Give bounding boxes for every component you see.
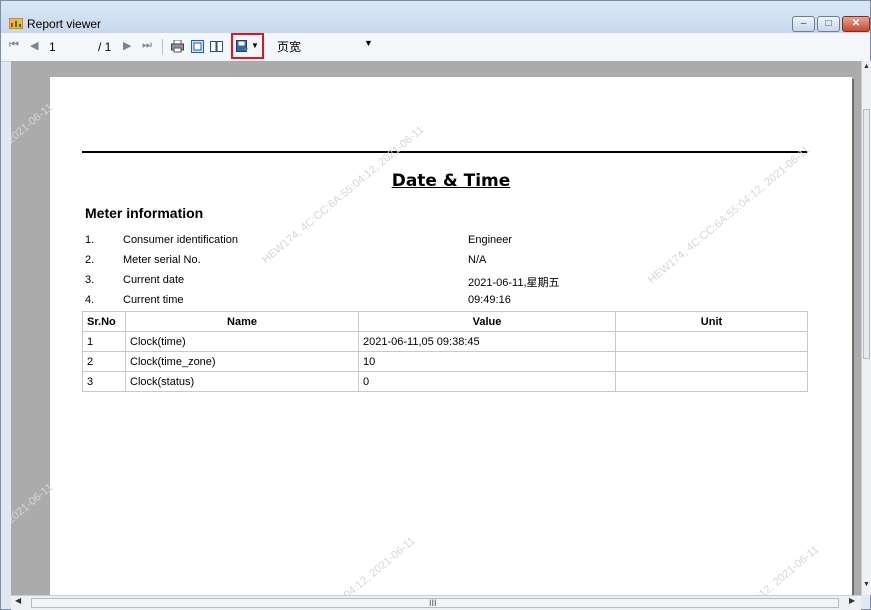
table-row: 3 Clock(status) 0 (82, 371, 808, 392)
zoom-select[interactable]: 页宽 (277, 38, 301, 55)
column-header: Name (125, 311, 359, 332)
table-cell: 2021-06-11,05 09:38:45 (358, 331, 616, 352)
toolbar: ⏮ ◀ 1 / 1 ▶ ⏭ ▼ (1, 33, 870, 62)
column-header: Sr.No (82, 311, 126, 332)
table-row: 1 Clock(time) 2021-06-11,05 09:38:45 (82, 331, 808, 352)
table-cell (615, 351, 808, 372)
table-cell: Clock(time) (125, 331, 359, 352)
zoom-dropdown-arrow[interactable]: ▼ (364, 38, 373, 48)
table-row: 2 Clock(time_zone) 10 (82, 351, 808, 372)
table-cell: 0 (358, 371, 616, 392)
table-cell (615, 331, 808, 352)
maximize-button[interactable]: □ (817, 16, 840, 32)
next-page-icon[interactable]: ▶ (123, 39, 131, 52)
watermark-text: HEW174, 4C:CC:6A:55:04:12, 2021-06-11 (260, 123, 427, 267)
data-table: Sr.No Name Value Unit 1 Clock(time) 2021… (82, 311, 808, 392)
table-cell: Clock(time_zone) (125, 351, 359, 372)
scroll-grip: III (429, 598, 437, 608)
info-value: Engineer (468, 234, 513, 246)
info-label: Current date (123, 274, 185, 286)
watermark-text: 2021-06-11 (11, 481, 56, 527)
info-value: 09:49:16 (468, 294, 511, 306)
minimize-button[interactable]: – (792, 16, 815, 32)
page-setup-icon[interactable] (210, 40, 223, 53)
table-cell: 2 (82, 351, 126, 372)
horizontal-scrollbar[interactable]: ◀ III ▶ (11, 595, 861, 610)
vertical-scroll-thumb[interactable] (863, 109, 870, 359)
export-button-highlight (231, 33, 264, 59)
watermark-text: 2021-06-11 (11, 101, 56, 147)
previous-page-icon[interactable]: ◀ (30, 39, 38, 52)
scroll-right-arrow-icon[interactable]: ▶ (849, 596, 855, 605)
window-title: Report viewer (27, 17, 102, 31)
last-page-icon[interactable]: ⏭ (142, 39, 152, 52)
toolbar-separator (162, 39, 163, 55)
info-number: 3. (85, 274, 95, 286)
table-cell: 3 (82, 371, 126, 392)
info-value: 2021-06-11,星期五 (468, 277, 560, 289)
close-button[interactable]: ✕ (842, 16, 870, 32)
table-header-row: Sr.No Name Value Unit (82, 311, 808, 332)
print-layout-icon[interactable] (191, 40, 204, 53)
column-header: Value (358, 311, 616, 332)
vertical-scrollbar[interactable]: ▲ ▼ (861, 61, 871, 595)
scroll-left-arrow-icon[interactable]: ◀ (15, 596, 21, 605)
table-cell: 10 (358, 351, 616, 372)
info-number: 1. (85, 234, 95, 246)
title-bar: Report viewer – □ ✕ (1, 1, 870, 33)
table-cell: Clock(status) (125, 371, 359, 392)
report-viewer-window: Report viewer – □ ✕ ⏮ ◀ 1 / 1 ▶ ⏭ ▼ 页宽 ▼… (0, 0, 871, 610)
report-app-icon (9, 18, 23, 29)
section-title: Meter information (85, 205, 204, 221)
info-value: N/A (468, 254, 487, 266)
report-title: Date & Time (391, 171, 511, 191)
report-page: Date & Time Meter information 1. Consume… (11, 77, 852, 595)
table-cell: 1 (82, 331, 126, 352)
info-label: Consumer identification (123, 234, 238, 246)
report-viewport[interactable]: Date & Time Meter information 1. Consume… (11, 61, 861, 595)
watermark-text: 4:12, 2021-06-11 (750, 543, 822, 595)
scroll-up-arrow-icon[interactable]: ▲ (863, 63, 870, 70)
scroll-down-arrow-icon[interactable]: ▼ (863, 581, 870, 588)
column-header: Unit (615, 311, 808, 332)
print-icon[interactable] (171, 40, 184, 53)
page-total-label: / 1 (98, 40, 112, 54)
info-label: Meter serial No. (123, 254, 201, 266)
info-label: Current time (123, 294, 184, 306)
page-number-input[interactable]: 1 (49, 40, 56, 54)
first-page-icon[interactable]: ⏮ (9, 39, 19, 52)
table-cell (615, 371, 808, 392)
watermark-text: 55:04:12, 2021-06-11 (330, 534, 418, 595)
info-number: 4. (85, 294, 95, 306)
header-rule (82, 151, 808, 153)
info-number: 2. (85, 254, 95, 266)
watermark-text: HEW174, 4C:CC:6A:55:04:12, 2021-06-11 (646, 143, 813, 287)
